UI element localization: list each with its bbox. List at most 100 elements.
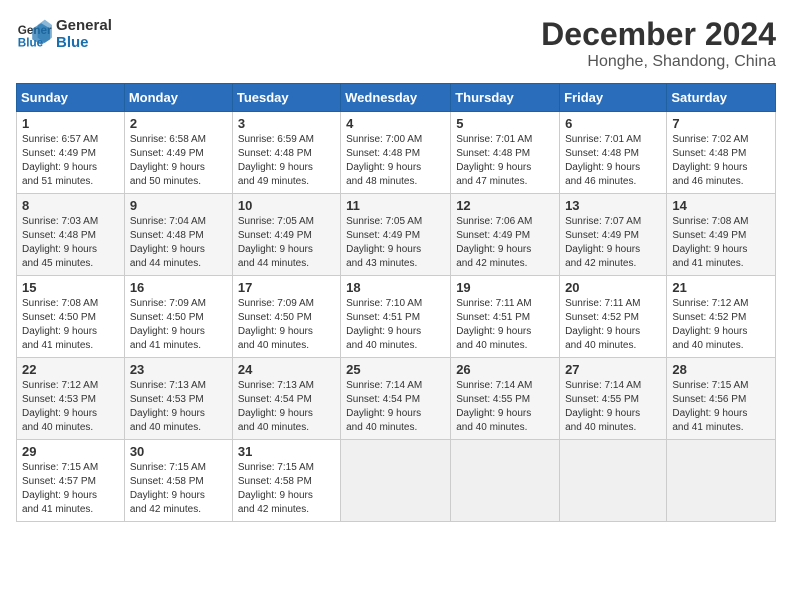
calendar-cell: 13 Sunrise: 7:07 AM Sunset: 4:49 PM Dayl… — [560, 194, 667, 276]
day-info: Sunrise: 7:09 AM Sunset: 4:50 PM Dayligh… — [238, 297, 335, 353]
calendar-week-row: 8 Sunrise: 7:03 AM Sunset: 4:48 PM Dayli… — [17, 194, 776, 276]
weekday-header-sunday: Sunday — [17, 84, 125, 112]
day-info: Sunrise: 7:12 AM Sunset: 4:52 PM Dayligh… — [672, 297, 770, 353]
day-info: Sunrise: 7:04 AM Sunset: 4:48 PM Dayligh… — [130, 215, 227, 271]
day-number: 9 — [130, 198, 227, 213]
day-number: 5 — [456, 116, 554, 131]
calendar-cell: 5 Sunrise: 7:01 AM Sunset: 4:48 PM Dayli… — [451, 112, 560, 194]
calendar-cell: 29 Sunrise: 7:15 AM Sunset: 4:57 PM Dayl… — [17, 440, 125, 522]
day-number: 14 — [672, 198, 770, 213]
day-number: 28 — [672, 362, 770, 377]
day-number: 11 — [346, 198, 445, 213]
calendar-cell: 27 Sunrise: 7:14 AM Sunset: 4:55 PM Dayl… — [560, 358, 667, 440]
day-info: Sunrise: 7:01 AM Sunset: 4:48 PM Dayligh… — [456, 133, 554, 189]
day-number: 20 — [565, 280, 661, 295]
day-info: Sunrise: 7:15 AM Sunset: 4:56 PM Dayligh… — [672, 379, 770, 435]
day-number: 15 — [22, 280, 119, 295]
calendar-cell: 22 Sunrise: 7:12 AM Sunset: 4:53 PM Dayl… — [17, 358, 125, 440]
calendar-week-row: 22 Sunrise: 7:12 AM Sunset: 4:53 PM Dayl… — [17, 358, 776, 440]
day-info: Sunrise: 7:12 AM Sunset: 4:53 PM Dayligh… — [22, 379, 119, 435]
page-subtitle: Honghe, Shandong, China — [541, 53, 776, 71]
day-info: Sunrise: 7:14 AM Sunset: 4:55 PM Dayligh… — [456, 379, 554, 435]
day-number: 13 — [565, 198, 661, 213]
calendar-cell: 17 Sunrise: 7:09 AM Sunset: 4:50 PM Dayl… — [232, 276, 340, 358]
day-info: Sunrise: 7:03 AM Sunset: 4:48 PM Dayligh… — [22, 215, 119, 271]
day-info: Sunrise: 7:15 AM Sunset: 4:58 PM Dayligh… — [130, 461, 227, 517]
title-section: December 2024 Honghe, Shandong, China — [541, 16, 776, 71]
day-number: 18 — [346, 280, 445, 295]
calendar-cell — [560, 440, 667, 522]
day-info: Sunrise: 7:06 AM Sunset: 4:49 PM Dayligh… — [456, 215, 554, 271]
logo: General Blue General Blue — [16, 16, 112, 52]
day-info: Sunrise: 7:07 AM Sunset: 4:49 PM Dayligh… — [565, 215, 661, 271]
day-number: 2 — [130, 116, 227, 131]
calendar-cell: 14 Sunrise: 7:08 AM Sunset: 4:49 PM Dayl… — [667, 194, 776, 276]
calendar-cell: 19 Sunrise: 7:11 AM Sunset: 4:51 PM Dayl… — [451, 276, 560, 358]
day-number: 27 — [565, 362, 661, 377]
calendar-cell: 23 Sunrise: 7:13 AM Sunset: 4:53 PM Dayl… — [124, 358, 232, 440]
day-number: 16 — [130, 280, 227, 295]
calendar-week-row: 15 Sunrise: 7:08 AM Sunset: 4:50 PM Dayl… — [17, 276, 776, 358]
day-info: Sunrise: 7:08 AM Sunset: 4:49 PM Dayligh… — [672, 215, 770, 271]
day-number: 30 — [130, 444, 227, 459]
calendar-cell: 24 Sunrise: 7:13 AM Sunset: 4:54 PM Dayl… — [232, 358, 340, 440]
day-number: 10 — [238, 198, 335, 213]
day-info: Sunrise: 7:05 AM Sunset: 4:49 PM Dayligh… — [238, 215, 335, 271]
weekday-header-row: SundayMondayTuesdayWednesdayThursdayFrid… — [17, 84, 776, 112]
weekday-header-monday: Monday — [124, 84, 232, 112]
day-number: 3 — [238, 116, 335, 131]
logo-icon: General Blue — [16, 16, 52, 52]
day-number: 8 — [22, 198, 119, 213]
day-number: 31 — [238, 444, 335, 459]
day-number: 24 — [238, 362, 335, 377]
day-info: Sunrise: 7:13 AM Sunset: 4:53 PM Dayligh… — [130, 379, 227, 435]
day-info: Sunrise: 7:10 AM Sunset: 4:51 PM Dayligh… — [346, 297, 445, 353]
calendar-cell: 18 Sunrise: 7:10 AM Sunset: 4:51 PM Dayl… — [341, 276, 451, 358]
calendar-cell: 10 Sunrise: 7:05 AM Sunset: 4:49 PM Dayl… — [232, 194, 340, 276]
day-info: Sunrise: 7:09 AM Sunset: 4:50 PM Dayligh… — [130, 297, 227, 353]
day-number: 21 — [672, 280, 770, 295]
day-info: Sunrise: 7:11 AM Sunset: 4:52 PM Dayligh… — [565, 297, 661, 353]
day-info: Sunrise: 7:05 AM Sunset: 4:49 PM Dayligh… — [346, 215, 445, 271]
day-number: 7 — [672, 116, 770, 131]
weekday-header-saturday: Saturday — [667, 84, 776, 112]
calendar-cell: 1 Sunrise: 6:57 AM Sunset: 4:49 PM Dayli… — [17, 112, 125, 194]
day-number: 22 — [22, 362, 119, 377]
day-number: 29 — [22, 444, 119, 459]
calendar-cell: 2 Sunrise: 6:58 AM Sunset: 4:49 PM Dayli… — [124, 112, 232, 194]
day-info: Sunrise: 7:01 AM Sunset: 4:48 PM Dayligh… — [565, 133, 661, 189]
calendar-cell — [667, 440, 776, 522]
day-info: Sunrise: 7:13 AM Sunset: 4:54 PM Dayligh… — [238, 379, 335, 435]
page-title: December 2024 — [541, 16, 776, 53]
page-header: General Blue General Blue December 2024 … — [16, 16, 776, 71]
day-info: Sunrise: 6:57 AM Sunset: 4:49 PM Dayligh… — [22, 133, 119, 189]
day-info: Sunrise: 7:15 AM Sunset: 4:57 PM Dayligh… — [22, 461, 119, 517]
calendar-cell: 8 Sunrise: 7:03 AM Sunset: 4:48 PM Dayli… — [17, 194, 125, 276]
day-info: Sunrise: 7:02 AM Sunset: 4:48 PM Dayligh… — [672, 133, 770, 189]
calendar-cell: 7 Sunrise: 7:02 AM Sunset: 4:48 PM Dayli… — [667, 112, 776, 194]
weekday-header-tuesday: Tuesday — [232, 84, 340, 112]
calendar-cell: 3 Sunrise: 6:59 AM Sunset: 4:48 PM Dayli… — [232, 112, 340, 194]
day-number: 6 — [565, 116, 661, 131]
calendar-cell: 6 Sunrise: 7:01 AM Sunset: 4:48 PM Dayli… — [560, 112, 667, 194]
day-number: 1 — [22, 116, 119, 131]
day-info: Sunrise: 7:00 AM Sunset: 4:48 PM Dayligh… — [346, 133, 445, 189]
day-info: Sunrise: 7:15 AM Sunset: 4:58 PM Dayligh… — [238, 461, 335, 517]
day-number: 19 — [456, 280, 554, 295]
weekday-header-thursday: Thursday — [451, 84, 560, 112]
calendar-cell: 20 Sunrise: 7:11 AM Sunset: 4:52 PM Dayl… — [560, 276, 667, 358]
day-number: 12 — [456, 198, 554, 213]
day-number: 23 — [130, 362, 227, 377]
day-info: Sunrise: 7:14 AM Sunset: 4:54 PM Dayligh… — [346, 379, 445, 435]
calendar-cell: 15 Sunrise: 7:08 AM Sunset: 4:50 PM Dayl… — [17, 276, 125, 358]
calendar-cell: 25 Sunrise: 7:14 AM Sunset: 4:54 PM Dayl… — [341, 358, 451, 440]
day-number: 17 — [238, 280, 335, 295]
weekday-header-friday: Friday — [560, 84, 667, 112]
calendar-week-row: 29 Sunrise: 7:15 AM Sunset: 4:57 PM Dayl… — [17, 440, 776, 522]
calendar-cell: 12 Sunrise: 7:06 AM Sunset: 4:49 PM Dayl… — [451, 194, 560, 276]
calendar-cell: 9 Sunrise: 7:04 AM Sunset: 4:48 PM Dayli… — [124, 194, 232, 276]
day-info: Sunrise: 7:11 AM Sunset: 4:51 PM Dayligh… — [456, 297, 554, 353]
calendar-week-row: 1 Sunrise: 6:57 AM Sunset: 4:49 PM Dayli… — [17, 112, 776, 194]
day-info: Sunrise: 6:58 AM Sunset: 4:49 PM Dayligh… — [130, 133, 227, 189]
calendar-cell: 4 Sunrise: 7:00 AM Sunset: 4:48 PM Dayli… — [341, 112, 451, 194]
